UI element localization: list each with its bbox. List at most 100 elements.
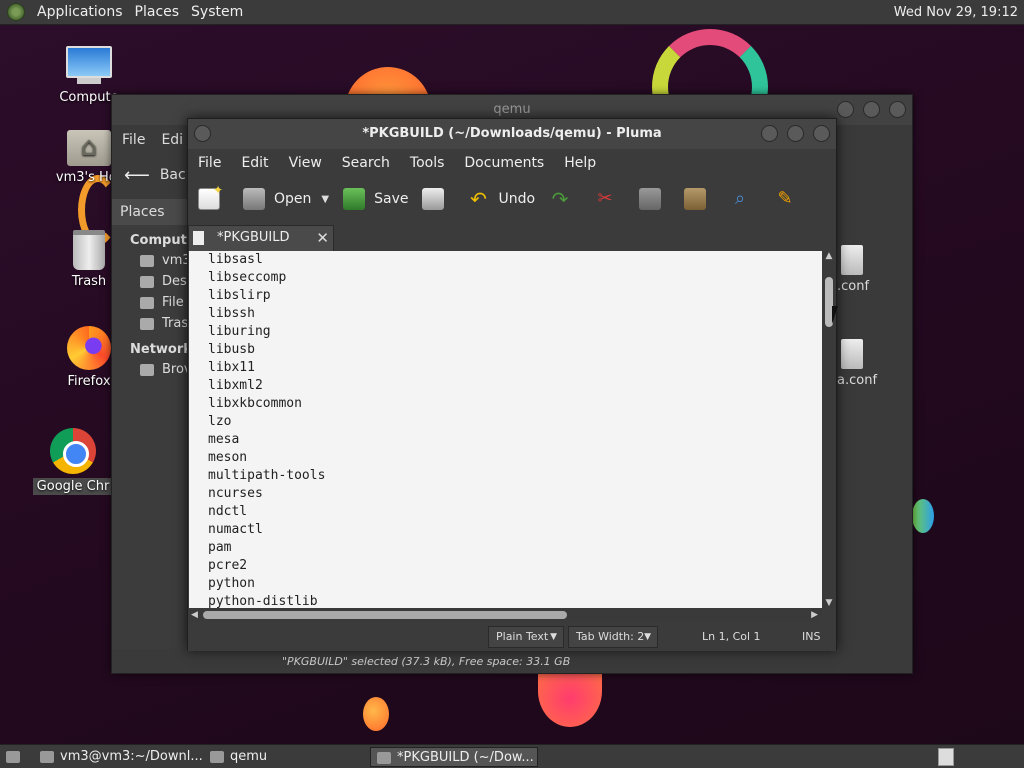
copy-button[interactable] (639, 188, 670, 210)
magnifier-icon: ⌕ (735, 188, 746, 209)
print-button[interactable] (422, 188, 453, 210)
scissors-icon: ✂ (597, 188, 613, 209)
tab-pkgbuild[interactable]: *PKGBUILD ✕ (188, 225, 334, 251)
menu-help[interactable]: Help (564, 155, 596, 171)
mate-menu-icon[interactable] (7, 3, 25, 21)
code-line: meson (208, 450, 248, 465)
sidebar-item-browse-network[interactable]: Brov (112, 359, 192, 380)
code-line: python-distlib (208, 594, 318, 608)
taskbar-item-label: qemu (230, 749, 268, 764)
folder-icon (210, 751, 224, 763)
chevron-down-icon[interactable]: ▼ (321, 194, 329, 205)
window-title: *PKGBUILD (~/Downloads/qemu) - Pluma (362, 126, 662, 141)
vertical-scrollbar[interactable]: ▲ ▼ (822, 251, 836, 608)
menu-file[interactable]: File (198, 155, 221, 171)
close-button[interactable] (889, 101, 906, 118)
replace-button[interactable]: ✎ (774, 188, 805, 210)
horizontal-scroll-thumb[interactable] (203, 611, 567, 619)
bottom-taskbar: vm3@vm3:~/Downl... qemu *PKGBUILD (~/Dow… (0, 744, 1024, 768)
insert-mode-indicator: INS (802, 630, 821, 643)
workspace-switcher[interactable] (938, 748, 954, 766)
scroll-right-arrow-icon[interactable]: ▶ (811, 608, 818, 622)
menu-search[interactable]: Search (342, 155, 390, 171)
system-menu[interactable]: System (185, 4, 249, 20)
paste-button[interactable] (684, 188, 715, 210)
chrome-icon (50, 428, 96, 474)
sidebar-item-desktop[interactable]: Des (112, 271, 192, 292)
file-name: .conf (837, 279, 870, 294)
code-line: libssh (208, 306, 255, 321)
text-editor-icon (377, 752, 391, 764)
file-icon (841, 245, 863, 275)
show-desktop-button[interactable] (4, 747, 26, 767)
close-icon[interactable]: ✕ (316, 226, 329, 250)
minimize-button[interactable] (761, 125, 778, 142)
taskbar-item-terminal[interactable]: vm3@vm3:~/Downl... (34, 747, 202, 767)
chevron-down-icon: ▼ (550, 632, 557, 642)
clock[interactable]: Wed Nov 29, 19:12 (894, 5, 1018, 20)
scroll-down-arrow-icon[interactable]: ▼ (822, 598, 836, 608)
file-item[interactable]: .conf (837, 245, 869, 294)
open-label: Open (274, 191, 312, 207)
file-item[interactable]: a.conf (837, 339, 877, 388)
menu-edit[interactable]: Edit (241, 155, 268, 171)
places-menu[interactable]: Places (129, 4, 186, 20)
menu-file[interactable]: File (122, 132, 145, 148)
sidebar-header-network: Network (130, 342, 192, 357)
code-line: pam (208, 540, 232, 555)
places-dropdown[interactable]: Places (112, 199, 192, 225)
cut-button[interactable]: ✂ (594, 188, 625, 210)
window-title: qemu (493, 102, 531, 117)
file-name: a.conf (837, 373, 878, 388)
scroll-left-arrow-icon[interactable]: ◀ (191, 608, 198, 622)
find-button[interactable]: ⌕ (729, 188, 760, 210)
horizontal-scrollbar[interactable]: ◀ ▶ (189, 608, 822, 622)
taskbar-item-caja[interactable]: qemu (204, 747, 364, 767)
applications-menu[interactable]: Applications (31, 4, 129, 20)
new-button[interactable] (198, 183, 229, 210)
tab-width-selector[interactable]: Tab Width: 2 ▼ (568, 626, 658, 648)
caja-file-view: .conf a.conf (837, 235, 914, 635)
desktop-icon-chrome[interactable]: Google Chr (33, 428, 113, 495)
menu-documents[interactable]: Documents (464, 155, 544, 171)
minimize-button[interactable] (837, 101, 854, 118)
code-line: multipath-tools (208, 468, 326, 483)
open-folder-icon (243, 188, 265, 210)
maximize-button[interactable] (787, 125, 804, 142)
cursor-position: Ln 1, Col 1 (702, 630, 761, 643)
paste-icon (684, 188, 707, 210)
menu-view[interactable]: View (289, 155, 322, 171)
taskbar-item-pluma[interactable]: *PKGBUILD (~/Dow... (370, 747, 538, 767)
code-line: numactl (208, 522, 263, 537)
scroll-up-arrow-icon[interactable]: ▲ (822, 251, 836, 263)
code-line: libsasl (208, 252, 263, 267)
print-icon (422, 188, 445, 210)
redo-button[interactable]: ↷ (549, 188, 580, 210)
open-button[interactable]: Open ▼ (243, 188, 329, 210)
code-line: libxkbcommon (208, 396, 302, 411)
terminal-icon (40, 751, 54, 763)
language-selector[interactable]: Plain Text ▼ (488, 626, 564, 648)
code-line: ncurses (208, 486, 263, 501)
top-panel: Applications Places System Wed Nov 29, 1… (0, 0, 1024, 25)
pluma-statusbar: Plain Text ▼ Tab Width: 2 ▼ Ln 1, Col 1 … (188, 623, 836, 651)
sidebar-item-filesystem[interactable]: File (112, 292, 192, 313)
back-arrow-icon[interactable]: ⟵ (124, 165, 150, 186)
save-label: Save (374, 191, 409, 207)
menu-tools[interactable]: Tools (410, 155, 445, 171)
maximize-button[interactable] (863, 101, 880, 118)
close-button[interactable] (813, 125, 830, 142)
pluma-menubar: File Edit View Search Tools Documents He… (188, 149, 836, 177)
window-menu-button[interactable] (194, 125, 211, 142)
pluma-titlebar[interactable]: *PKGBUILD (~/Downloads/qemu) - Pluma (188, 119, 836, 149)
save-button[interactable]: Save (343, 188, 408, 210)
sidebar-item-home[interactable]: vm3 (112, 250, 192, 271)
firefox-icon (67, 326, 111, 370)
undo-label: Undo (498, 191, 536, 207)
pluma-window[interactable]: *PKGBUILD (~/Downloads/qemu) - Pluma Fil… (187, 118, 837, 651)
menu-edit[interactable]: Edi (161, 132, 183, 148)
text-editor[interactable]: libsasl libseccomp libslirp libssh libur… (189, 251, 822, 608)
code-line: mesa (208, 432, 240, 447)
sidebar-item-trash[interactable]: Tras (112, 313, 192, 334)
undo-button[interactable]: ↶ Undo (467, 188, 535, 210)
